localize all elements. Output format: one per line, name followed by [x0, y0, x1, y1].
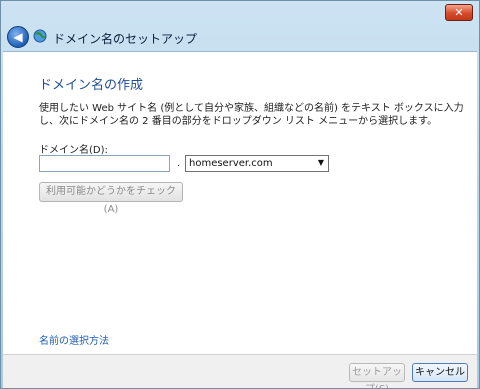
title-bar: ✕: [1, 1, 479, 23]
back-arrow-icon: ◀: [13, 30, 23, 44]
close-button[interactable]: ✕: [445, 4, 473, 21]
cancel-button[interactable]: キャンセル: [412, 363, 468, 382]
close-icon: ✕: [454, 6, 464, 19]
domain-suffix-select[interactable]: homeserver.com ▼: [185, 155, 329, 172]
instructions-text: 使用したい Web サイト名 (例として自分や家族、組織などの名前) をテキスト…: [39, 103, 464, 127]
chevron-down-icon: ▼: [317, 158, 324, 167]
globe-icon: [33, 29, 47, 43]
domain-suffix-value: homeserver.com: [189, 158, 273, 169]
nav-title: ドメイン名のセットアップ: [53, 32, 198, 46]
footer-bar: [3, 354, 477, 388]
domain-name-label: ドメイン名(D):: [39, 145, 108, 156]
page-title: ドメイン名の作成: [39, 78, 144, 93]
naming-help-link[interactable]: 名前の選択方法: [39, 332, 109, 347]
navigation-bar: ◀ ドメイン名のセットアップ: [1, 23, 479, 51]
domain-separator: .: [177, 158, 181, 169]
domain-name-input[interactable]: [39, 155, 170, 172]
setup-button[interactable]: セットアップ(S): [349, 363, 405, 388]
content-area: [3, 51, 477, 354]
back-button[interactable]: ◀: [7, 26, 29, 48]
check-availability-button[interactable]: 利用可能かどうかをチェック(A): [39, 182, 183, 215]
domain-setup-window: ✕ ◀ ドメイン名のセットアップ ドメイン名の作成 使用したい Web サイト名…: [0, 0, 480, 389]
